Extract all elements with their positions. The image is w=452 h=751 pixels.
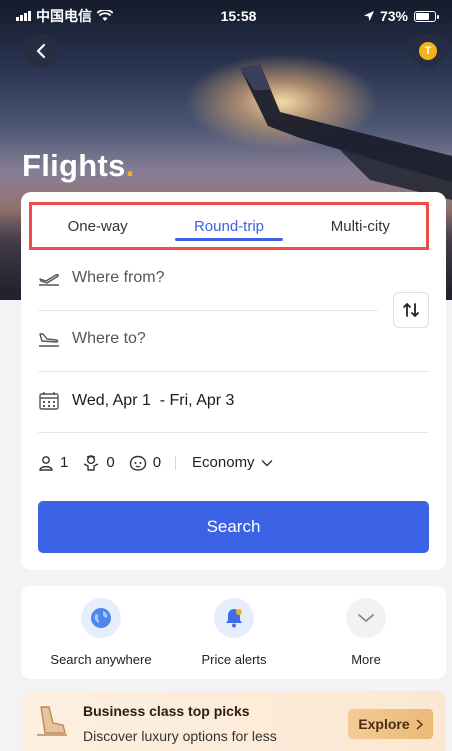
destination-field[interactable]: Where to? — [38, 330, 146, 348]
quick-link-label: Search anywhere — [50, 652, 152, 667]
adult-icon — [39, 455, 53, 471]
calendar-icon — [39, 392, 59, 410]
infant-icon — [129, 455, 146, 471]
bell-icon — [214, 598, 254, 638]
separator — [175, 455, 177, 470]
wifi-icon — [97, 10, 113, 21]
promo-banner[interactable]: Business class top picks Discover luxury… — [21, 691, 446, 751]
date-range-field[interactable]: Wed, Apr 1 - Fri, Apr 3 — [38, 391, 234, 411]
location-arrow-icon — [363, 11, 374, 21]
signal-icon — [16, 11, 31, 21]
clock: 15:58 — [220, 8, 257, 24]
chevron-left-icon — [36, 43, 46, 59]
quick-links-card: Search anywhere Price alerts More — [21, 586, 446, 679]
page-title-text: Flights — [22, 148, 126, 183]
search-button[interactable]: Search — [38, 501, 429, 553]
globe-icon — [81, 598, 121, 638]
coin-icon: T — [419, 42, 437, 60]
promo-subtitle: Discover luxury options for less — [83, 728, 277, 744]
more-link[interactable]: More — [306, 598, 426, 667]
origin-placeholder: Where from? — [72, 269, 165, 286]
divider — [38, 310, 378, 311]
carrier-name: 中国电信 — [36, 8, 92, 24]
origin-field[interactable]: Where from? — [38, 269, 164, 287]
airplane-wing-image — [240, 64, 452, 200]
rewards-button[interactable]: T — [411, 34, 445, 68]
tab-multi-city[interactable]: Multi-city — [295, 205, 426, 247]
quick-link-label: More — [351, 652, 381, 667]
price-alerts-link[interactable]: Price alerts — [174, 598, 294, 667]
explore-label: Explore — [358, 716, 410, 732]
infants-value: 0 — [152, 454, 162, 471]
trip-type-tabs: One-way Round-trip Multi-city — [29, 202, 429, 250]
quick-link-label: Price alerts — [201, 652, 267, 667]
chevron-down-icon — [261, 459, 273, 466]
destination-placeholder: Where to? — [72, 330, 146, 347]
battery-percent: 73% — [379, 8, 408, 24]
chevron-right-icon — [416, 718, 423, 730]
swap-locations-button[interactable] — [393, 292, 429, 328]
takeoff-icon — [39, 273, 59, 286]
status-bar: 中国电信 15:58 73% — [0, 0, 452, 32]
tab-one-way[interactable]: One-way — [32, 205, 163, 247]
promo-title: Business class top picks — [83, 703, 250, 719]
children-count[interactable]: 0 — [82, 454, 115, 471]
adults-value: 1 — [60, 454, 69, 471]
passenger-selector[interactable]: 1 0 0 Economy — [38, 454, 273, 471]
search-card: One-way Round-trip Multi-city Where from… — [21, 192, 446, 570]
tab-round-trip[interactable]: Round-trip — [163, 205, 294, 247]
date-range-value: Wed, Apr 1 - Fri, Apr 3 — [72, 392, 235, 409]
infants-count[interactable]: 0 — [129, 454, 161, 471]
children-value: 0 — [106, 454, 115, 471]
seat-icon — [37, 706, 67, 736]
divider — [38, 371, 429, 372]
page-title: Flights. — [22, 148, 135, 183]
swap-icon — [403, 303, 419, 317]
cabin-class-value: Economy — [192, 454, 255, 471]
search-anywhere-link[interactable]: Search anywhere — [41, 598, 161, 667]
adults-count[interactable]: 1 — [38, 454, 68, 471]
landing-icon — [39, 333, 59, 347]
explore-button[interactable]: Explore — [348, 709, 433, 739]
cabin-class-select[interactable]: Economy — [192, 454, 273, 471]
chevron-down-icon — [346, 598, 386, 638]
divider — [38, 432, 429, 433]
back-button[interactable] — [24, 34, 58, 68]
child-icon — [84, 454, 99, 471]
battery-icon — [414, 10, 439, 22]
